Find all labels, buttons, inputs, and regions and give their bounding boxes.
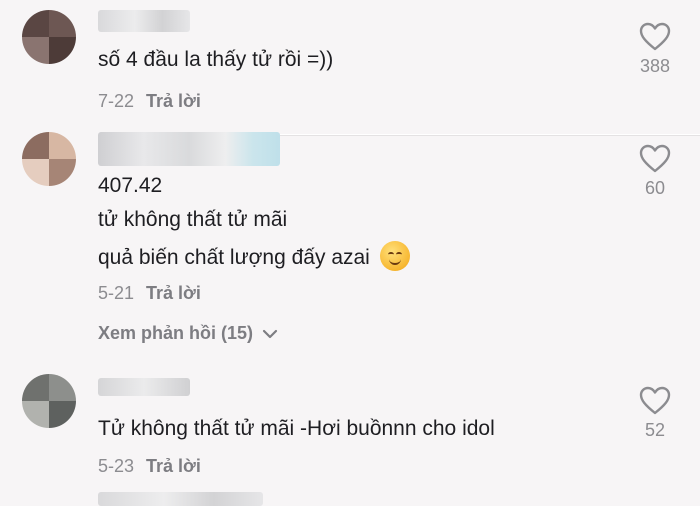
reply-button[interactable]: Trả lời [146,456,201,476]
comment-text: tử không thất tử mãi [98,208,288,231]
view-replies-button-partial[interactable] [98,492,263,506]
comment-text: quả biến chất lượng đấy azai [98,241,410,274]
comment-text: Tử không thất tử mãi -Hơi buồnnn cho ido… [98,417,495,440]
view-replies-label: Xem phản hồi (15) [98,323,254,343]
comment-date: 5-21 [98,283,135,303]
comment-text: 407.42 [98,174,163,197]
like-button[interactable]: 52 [632,386,678,441]
comment-meta: 5-23 Trả lời [98,456,201,477]
reply-button[interactable]: Trả lời [146,283,201,303]
comment-meta: 7-22 Trả lời [98,91,201,112]
comment-date: 5-23 [98,456,135,476]
like-button[interactable]: 388 [632,22,678,77]
heart-icon [639,22,671,51]
avatar[interactable] [22,132,76,186]
comment-text-line: quả biến chất lượng đấy azai [98,246,370,269]
reply-button[interactable]: Trả lời [146,91,201,111]
heart-icon [639,144,671,173]
username-blurred[interactable] [98,10,190,32]
view-replies-button[interactable]: Xem phản hồi (15) [98,323,278,344]
like-button[interactable]: 60 [632,144,678,199]
like-count: 60 [644,178,666,198]
username-blurred[interactable] [98,132,280,166]
comment-meta: 5-21 Trả lời [98,283,201,304]
comment-date: 7-22 [98,91,135,111]
hugging-face-emoji-icon [379,241,410,271]
heart-icon [639,386,671,415]
avatar[interactable] [22,10,76,64]
like-count: 52 [644,420,666,440]
like-count: 388 [639,56,671,76]
username-blurred[interactable] [98,378,190,396]
chevron-down-icon [262,329,278,339]
avatar[interactable] [22,374,76,428]
comment-text: số 4 đầu la thấy tử rồi =)) [98,48,334,71]
